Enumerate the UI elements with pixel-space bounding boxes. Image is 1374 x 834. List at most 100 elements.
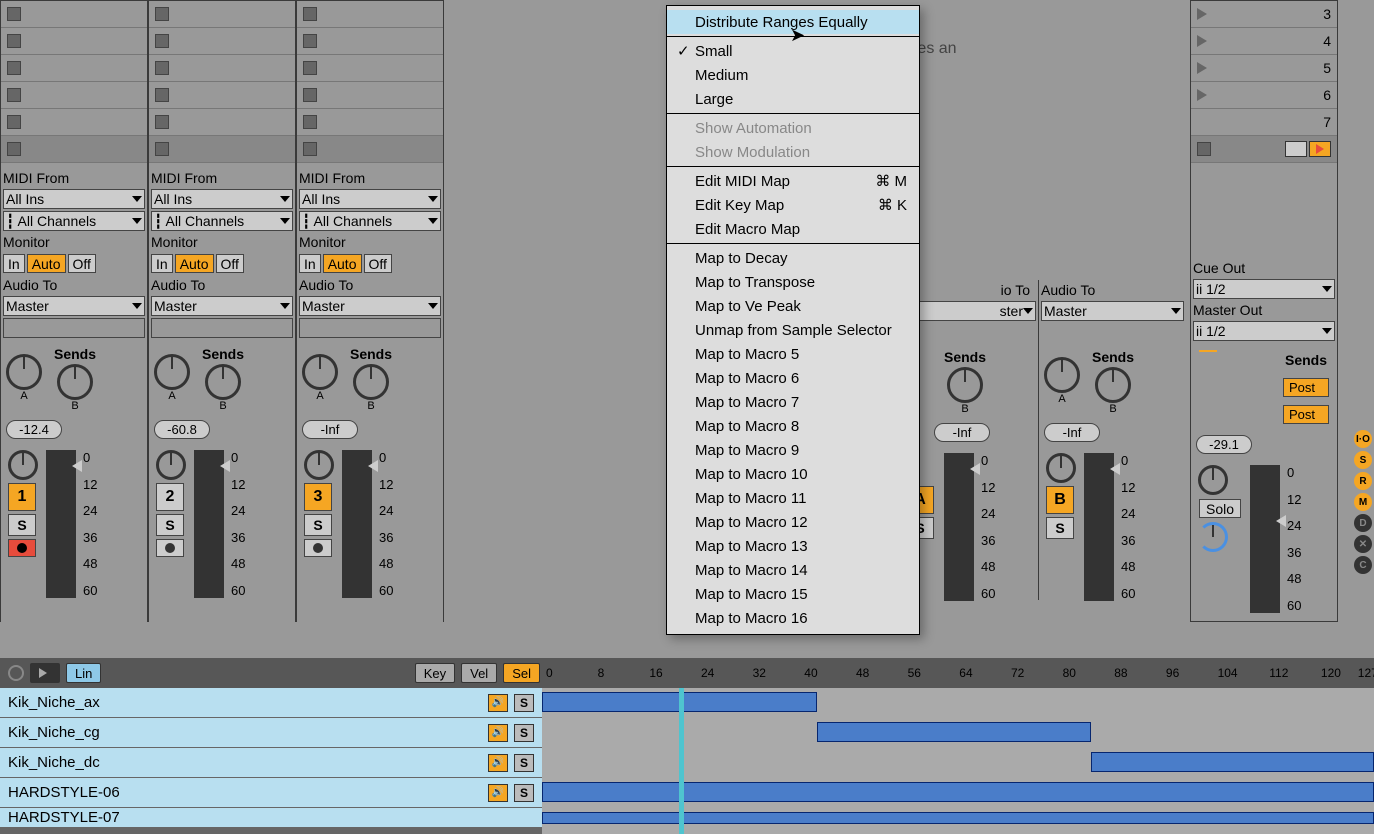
track-activator-button[interactable]: B: [1046, 486, 1074, 514]
d-icon[interactable]: D: [1354, 514, 1372, 532]
arm-button[interactable]: [8, 539, 36, 557]
clip-slot[interactable]: [1, 1, 147, 28]
menu-map-decay[interactable]: Map to Decay: [667, 246, 919, 270]
audio-output-dropdown[interactable]: Master: [299, 296, 441, 316]
volume-fader[interactable]: [1084, 453, 1114, 601]
clip-slot[interactable]: [297, 55, 443, 82]
scene-slot[interactable]: 5: [1191, 55, 1337, 82]
monitor-off-button[interactable]: Off: [364, 254, 392, 273]
menu-edit-macro-map[interactable]: Edit Macro Map: [667, 217, 919, 241]
sub-output-dropdown[interactable]: [3, 318, 145, 338]
solo-icon[interactable]: S: [514, 724, 534, 742]
menu-map-macro-8[interactable]: Map to Macro 8: [667, 414, 919, 438]
menu-map-macro-5[interactable]: Map to Macro 5: [667, 342, 919, 366]
scene-slot[interactable]: 7: [1191, 109, 1337, 136]
monitor-auto-button[interactable]: Auto: [27, 254, 66, 273]
menu-size-large[interactable]: Large: [667, 87, 919, 111]
menu-map-macro-15[interactable]: Map to Macro 15: [667, 582, 919, 606]
m-icon[interactable]: M: [1354, 493, 1372, 511]
send-b-knob[interactable]: [947, 367, 983, 403]
speaker-icon[interactable]: 🔊: [488, 784, 508, 802]
send-a-knob[interactable]: [6, 354, 42, 390]
track-activator-button[interactable]: 2: [156, 483, 184, 511]
sample-row[interactable]: Kik_Niche_cg🔊S: [0, 718, 542, 748]
volume-readout[interactable]: -12.4: [6, 420, 62, 439]
r-icon[interactable]: R: [1354, 472, 1372, 490]
velocity-range-bar[interactable]: [542, 812, 1374, 824]
play-button[interactable]: [30, 663, 60, 683]
pan-knob[interactable]: [156, 450, 186, 480]
monitor-off-button[interactable]: Off: [216, 254, 244, 273]
audio-output-dropdown[interactable]: Master: [151, 296, 293, 316]
audio-output-dropdown[interactable]: Master: [3, 296, 145, 316]
monitor-in-button[interactable]: In: [299, 254, 321, 273]
volume-readout[interactable]: -Inf: [934, 423, 990, 442]
clip-slot[interactable]: [1, 82, 147, 109]
send-b-knob[interactable]: [57, 364, 93, 400]
send-a-knob[interactable]: [302, 354, 338, 390]
menu-map-macro-11[interactable]: Map to Macro 11: [667, 486, 919, 510]
arm-button[interactable]: [304, 539, 332, 557]
menu-map-macro-9[interactable]: Map to Macro 9: [667, 438, 919, 462]
clip-slot[interactable]: [149, 1, 295, 28]
volume-fader[interactable]: [342, 450, 372, 598]
solo-icon[interactable]: S: [514, 754, 534, 772]
pan-knob[interactable]: [1198, 465, 1228, 495]
c-icon[interactable]: C: [1354, 556, 1372, 574]
post-button-a[interactable]: Post: [1283, 378, 1329, 397]
sample-row[interactable]: Kik_Niche_dc🔊S: [0, 748, 542, 778]
solo-button[interactable]: S: [8, 514, 36, 536]
solo-button[interactable]: Solo: [1199, 499, 1241, 518]
master-out-dropdown[interactable]: ii 1/2: [1193, 321, 1335, 341]
send-b-knob[interactable]: [353, 364, 389, 400]
sel-button[interactable]: Sel: [503, 663, 540, 683]
volume-readout[interactable]: -Inf: [1044, 423, 1100, 442]
pan-knob[interactable]: [8, 450, 38, 480]
menu-map-transpose[interactable]: Map to Transpose: [667, 270, 919, 294]
midi-channel-dropdown[interactable]: ┇ All Channels: [151, 211, 293, 231]
cue-out-dropdown[interactable]: ii 1/2: [1193, 279, 1335, 299]
arrangement-play-icon[interactable]: [1309, 141, 1331, 157]
volume-fader[interactable]: [1250, 465, 1280, 613]
volume-fader[interactable]: [944, 453, 974, 601]
velocity-range-bar[interactable]: [542, 782, 1374, 802]
menu-map-macro-10[interactable]: Map to Macro 10: [667, 462, 919, 486]
scene-slot[interactable]: 4: [1191, 28, 1337, 55]
solo-icon[interactable]: S: [514, 694, 534, 712]
clip-slot[interactable]: [297, 109, 443, 136]
send-b-knob[interactable]: [205, 364, 241, 400]
track-activator-button[interactable]: 1: [8, 483, 36, 511]
menu-map-macro-12[interactable]: Map to Macro 12: [667, 510, 919, 534]
menu-map-macro-13[interactable]: Map to Macro 13: [667, 534, 919, 558]
menu-edit-key-map[interactable]: Edit Key Map⌘ K: [667, 193, 919, 217]
clip-slot[interactable]: [297, 136, 443, 163]
midi-input-dropdown[interactable]: All Ins: [3, 189, 145, 209]
track-activator-button[interactable]: 3: [304, 483, 332, 511]
menu-size-medium[interactable]: Medium: [667, 63, 919, 87]
solo-icon[interactable]: S: [514, 784, 534, 802]
volume-readout[interactable]: -60.8: [154, 420, 210, 439]
send-a-knob[interactable]: [1044, 357, 1080, 393]
power-icon[interactable]: [8, 665, 24, 681]
clip-slot[interactable]: [297, 82, 443, 109]
audio-output-dropdown[interactable]: Master: [1041, 301, 1184, 321]
pan-knob[interactable]: [304, 450, 334, 480]
sample-row[interactable]: Kik_Niche_ax🔊S: [0, 688, 542, 718]
velocity-zone-editor[interactable]: [542, 688, 1374, 834]
automation-icon[interactable]: [1285, 141, 1307, 157]
menu-unmap-sample-selector[interactable]: Unmap from Sample Selector: [667, 318, 919, 342]
clip-slot[interactable]: [149, 82, 295, 109]
pan-knob[interactable]: [1046, 453, 1076, 483]
volume-readout[interactable]: -29.1: [1196, 435, 1252, 454]
midi-channel-dropdown[interactable]: ┇ All Channels: [3, 211, 145, 231]
x-icon[interactable]: ✕: [1354, 535, 1372, 553]
clip-slot[interactable]: [297, 28, 443, 55]
monitor-auto-button[interactable]: Auto: [175, 254, 214, 273]
s-icon[interactable]: S: [1354, 451, 1372, 469]
monitor-off-button[interactable]: Off: [68, 254, 96, 273]
velocity-range-bar[interactable]: [1091, 752, 1374, 772]
clip-slot[interactable]: [149, 28, 295, 55]
midi-input-dropdown[interactable]: All Ins: [299, 189, 441, 209]
clip-slot[interactable]: [297, 1, 443, 28]
midi-channel-dropdown[interactable]: ┇ All Channels: [299, 211, 441, 231]
